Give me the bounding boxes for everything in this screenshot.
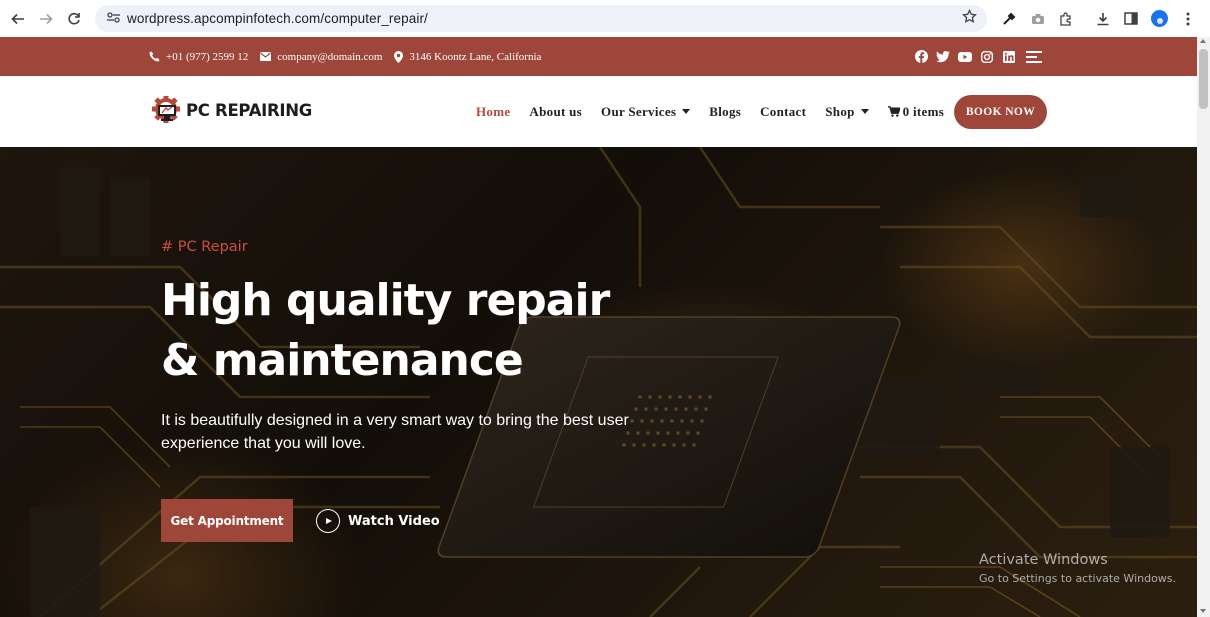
gear-monitor-logo-icon bbox=[152, 96, 180, 123]
phone-info[interactable]: +01 (977) 2599 12 bbox=[149, 51, 248, 63]
browser-toolbar: wordpress.apcompinfotech.com/computer_re… bbox=[0, 0, 1210, 37]
headline-line-2: & maintenance bbox=[161, 335, 524, 386]
caret-down-icon bbox=[682, 109, 691, 114]
browser-nav-buttons bbox=[4, 5, 88, 33]
nav-home-label: Home bbox=[476, 103, 511, 119]
nav-blogs-label: Blogs bbox=[709, 103, 742, 119]
headline-line-1: High quality repair bbox=[161, 275, 610, 326]
nav-home[interactable]: Home bbox=[476, 104, 510, 120]
contact-info: +01 (977) 2599 12 company@domain.com 314… bbox=[149, 37, 553, 76]
book-now-button[interactable]: BOOK NOW bbox=[954, 95, 1047, 129]
nav-shop-label: Shop bbox=[825, 103, 855, 119]
url-text[interactable]: wordpress.apcompinfotech.com/computer_re… bbox=[127, 11, 428, 26]
watermark-title: Activate Windows bbox=[979, 552, 1108, 568]
bookmark-star-icon[interactable] bbox=[962, 8, 977, 28]
download-icon[interactable] bbox=[1089, 5, 1118, 32]
scrollbar-thumb[interactable] bbox=[1199, 49, 1208, 109]
twitter-icon[interactable] bbox=[936, 50, 950, 64]
camera-icon[interactable] bbox=[1024, 5, 1053, 32]
browser-actions bbox=[995, 5, 1203, 32]
caret-down-icon bbox=[860, 109, 869, 114]
reload-icon[interactable] bbox=[60, 5, 88, 33]
nav-our-services[interactable]: Our Services bbox=[601, 103, 691, 120]
hero-headline: High quality repair & maintenance bbox=[161, 271, 681, 391]
watch-video-link[interactable]: Watch Video bbox=[316, 509, 440, 533]
more-vertical-icon[interactable] bbox=[1174, 5, 1203, 32]
nav-shop[interactable]: Shop bbox=[825, 103, 869, 120]
watermark-subtitle: Go to Settings to activate Windows. bbox=[979, 572, 1177, 585]
email-info[interactable]: company@domain.com bbox=[260, 51, 382, 63]
youtube-icon[interactable] bbox=[958, 50, 972, 64]
site-header: PC REPAIRING Home About us Our Services … bbox=[0, 76, 1197, 147]
get-appointment-button[interactable]: Get Appointment bbox=[161, 499, 293, 542]
nav-about-us[interactable]: About us bbox=[529, 104, 582, 120]
envelope-icon bbox=[260, 52, 272, 61]
social-links bbox=[914, 37, 1042, 76]
nav-contact-label: Contact bbox=[760, 103, 807, 119]
side-panel-icon[interactable] bbox=[1117, 5, 1146, 32]
page-scrollbar[interactable] bbox=[1197, 37, 1210, 617]
cart-link[interactable]: 0 items bbox=[887, 103, 945, 120]
play-icon bbox=[316, 509, 340, 533]
cart-count-label: 0 items bbox=[902, 103, 945, 119]
hero-section: # PC Repair High quality repair & mainte… bbox=[0, 147, 1197, 617]
main-navigation: Home About us Our Services Blogs Contact… bbox=[476, 76, 963, 147]
hamburger-menu-icon[interactable] bbox=[1026, 50, 1042, 63]
back-arrow-icon[interactable] bbox=[4, 5, 32, 33]
hero-description: It is beautifully designed in a very sma… bbox=[161, 412, 629, 452]
address-info[interactable]: 3146 Koontz Lane, California bbox=[394, 50, 542, 63]
site-logo[interactable]: PC REPAIRING bbox=[152, 96, 312, 124]
street-address: 3146 Koontz Lane, California bbox=[409, 50, 542, 63]
separator bbox=[1081, 5, 1089, 32]
phone-icon bbox=[149, 51, 160, 62]
scroll-down-arrow-icon[interactable] bbox=[1200, 609, 1206, 613]
shopping-cart-icon bbox=[887, 106, 900, 117]
address-bar[interactable]: wordpress.apcompinfotech.com/computer_re… bbox=[95, 5, 987, 32]
facebook-icon[interactable] bbox=[914, 50, 928, 64]
top-info-bar: +01 (977) 2599 12 company@domain.com 314… bbox=[0, 37, 1197, 76]
hero-tagline: # PC Repair bbox=[161, 239, 248, 255]
extensions-puzzle-icon[interactable] bbox=[1052, 5, 1081, 32]
eyedropper-icon[interactable] bbox=[995, 5, 1024, 32]
nav-about-label: About us bbox=[529, 103, 583, 119]
forward-arrow-icon[interactable] bbox=[32, 5, 60, 33]
linkedin-icon[interactable] bbox=[1002, 50, 1016, 64]
watch-video-label: Watch Video bbox=[348, 513, 440, 529]
nav-blogs[interactable]: Blogs bbox=[709, 104, 741, 120]
logo-text: PC REPAIRING bbox=[186, 100, 313, 120]
nav-contact[interactable]: Contact bbox=[760, 104, 806, 120]
scroll-up-arrow-icon[interactable] bbox=[1200, 39, 1206, 43]
profile-avatar-icon[interactable] bbox=[1146, 5, 1175, 32]
email-address: company@domain.com bbox=[277, 50, 383, 63]
phone-number: +01 (977) 2599 12 bbox=[166, 50, 249, 63]
activate-windows-watermark: Activate Windows Go to Settings to activ… bbox=[979, 552, 1176, 585]
site-settings-icon[interactable] bbox=[99, 11, 127, 26]
map-pin-icon bbox=[394, 50, 404, 63]
instagram-icon[interactable] bbox=[980, 50, 994, 64]
nav-services-label: Our Services bbox=[601, 103, 677, 119]
